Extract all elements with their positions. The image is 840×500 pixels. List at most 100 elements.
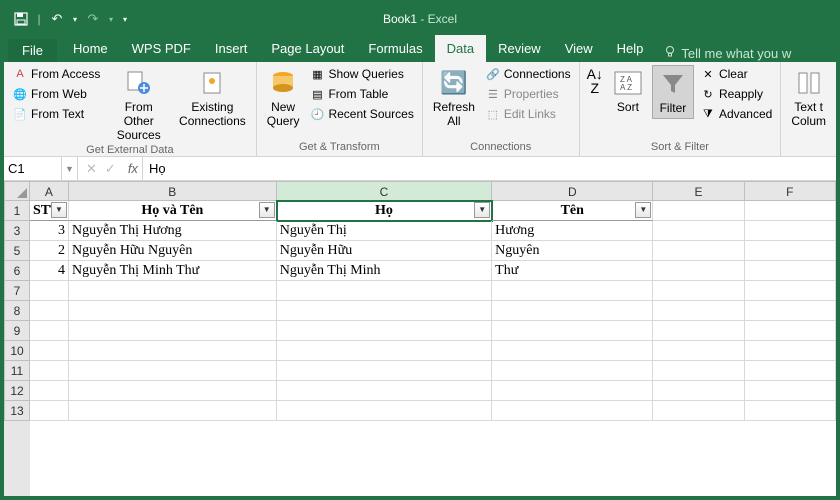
redo-dropdown-icon[interactable]: ▾ [106,8,116,30]
cell[interactable] [745,281,836,301]
cell[interactable] [745,261,836,281]
cell[interactable] [492,361,653,381]
row-header[interactable]: 11 [4,361,30,381]
cell[interactable] [30,281,69,301]
cell[interactable] [277,281,492,301]
fx-label[interactable]: fx [124,157,143,180]
from-text-button[interactable]: 📄From Text [10,105,102,123]
cell[interactable] [653,401,744,421]
sort-asc-button[interactable]: A↓Z [586,65,604,97]
filter-button[interactable]: Filter [652,65,694,119]
name-box[interactable]: C1 [4,157,62,180]
row-header[interactable]: 13 [4,401,30,421]
tell-me-search[interactable]: Tell me what you w [655,45,791,62]
show-queries-button[interactable]: ▦Show Queries [307,65,415,83]
row-header[interactable]: 9 [4,321,30,341]
qat-customize-icon[interactable]: ▾ [118,8,132,30]
cell[interactable]: Nguyễn Thị Hương [69,221,277,241]
cell[interactable]: STT▼ [30,201,69,221]
cell[interactable] [69,301,277,321]
filter-dropdown-icon[interactable]: ▼ [474,202,490,218]
cell[interactable] [69,341,277,361]
filter-dropdown-icon[interactable]: ▼ [635,202,651,218]
cell[interactable] [745,301,836,321]
cell[interactable]: Nguyễn Thị Minh Thư [69,261,277,281]
cell[interactable] [653,341,744,361]
row-header[interactable]: 5 [4,241,30,261]
cell[interactable] [653,281,744,301]
cell[interactable] [30,321,69,341]
select-all-corner[interactable] [4,181,30,201]
grid-area[interactable]: ABCDEF STT▼Họ và Tên▼Họ▼Tên▼3Nguyễn Thị … [30,181,836,496]
undo-icon[interactable]: ↶ [46,8,68,30]
tab-page-layout[interactable]: Page Layout [259,35,356,62]
refresh-all-button[interactable]: 🔄 Refresh All [429,65,479,131]
column-header[interactable]: F [745,181,836,201]
tab-file[interactable]: File [8,39,57,62]
cell[interactable]: Nguyễn Hữu [277,241,492,261]
undo-dropdown-icon[interactable]: ▾ [70,8,80,30]
cell[interactable]: Nguyên [492,241,653,261]
tab-data[interactable]: Data [435,35,486,62]
cell[interactable] [277,301,492,321]
cell[interactable] [745,221,836,241]
cell[interactable]: 3 [30,221,69,241]
cell[interactable]: Hương [492,221,653,241]
cell[interactable] [653,241,744,261]
row-header[interactable]: 6 [4,261,30,281]
cell[interactable] [277,401,492,421]
cell[interactable] [745,381,836,401]
cell[interactable]: Họ▼ [277,201,492,221]
row-header[interactable]: 3 [4,221,30,241]
cell[interactable] [653,261,744,281]
cell[interactable]: 4 [30,261,69,281]
cell[interactable] [745,361,836,381]
row-header[interactable]: 10 [4,341,30,361]
cell[interactable] [69,401,277,421]
cell[interactable] [492,301,653,321]
cell[interactable] [30,341,69,361]
from-table-button[interactable]: ▤From Table [307,85,415,103]
tab-formulas[interactable]: Formulas [356,35,434,62]
cell[interactable] [653,321,744,341]
cell[interactable] [653,221,744,241]
cell[interactable] [30,401,69,421]
row-header[interactable]: 1 [4,201,30,221]
cell[interactable]: Thư [492,261,653,281]
save-icon[interactable] [10,8,32,30]
tab-help[interactable]: Help [605,35,656,62]
cell[interactable] [69,281,277,301]
tab-insert[interactable]: Insert [203,35,260,62]
cell[interactable] [492,341,653,361]
tab-review[interactable]: Review [486,35,553,62]
cell[interactable] [745,201,836,221]
text-to-columns-button[interactable]: Text t Colum [787,65,830,131]
row-header[interactable]: 7 [4,281,30,301]
cell[interactable] [492,401,653,421]
tab-home[interactable]: Home [61,35,120,62]
cell[interactable] [492,281,653,301]
cell[interactable] [69,381,277,401]
cell[interactable]: Họ và Tên▼ [69,201,277,221]
cell[interactable] [653,201,744,221]
from-web-button[interactable]: 🌐From Web [10,85,102,103]
cell[interactable]: Tên▼ [492,201,653,221]
new-query-button[interactable]: New Query [263,65,304,131]
from-access-button[interactable]: AFrom Access [10,65,102,83]
cell[interactable] [277,321,492,341]
row-header[interactable]: 8 [4,301,30,321]
cell[interactable]: 2 [30,241,69,261]
existing-connections-button[interactable]: Existing Connections [175,65,250,131]
cell[interactable] [653,301,744,321]
advanced-button[interactable]: ⧩Advanced [698,105,774,123]
cell[interactable]: Nguyễn Thị Minh [277,261,492,281]
cell[interactable] [277,361,492,381]
clear-button[interactable]: ✕Clear [698,65,774,83]
cell[interactable] [30,381,69,401]
cell[interactable] [30,301,69,321]
column-header[interactable]: B [69,181,277,201]
cell[interactable]: Nguyễn Hữu Nguyên [69,241,277,261]
cell[interactable] [653,381,744,401]
cell[interactable]: Nguyễn Thị [277,221,492,241]
cell[interactable] [69,321,277,341]
